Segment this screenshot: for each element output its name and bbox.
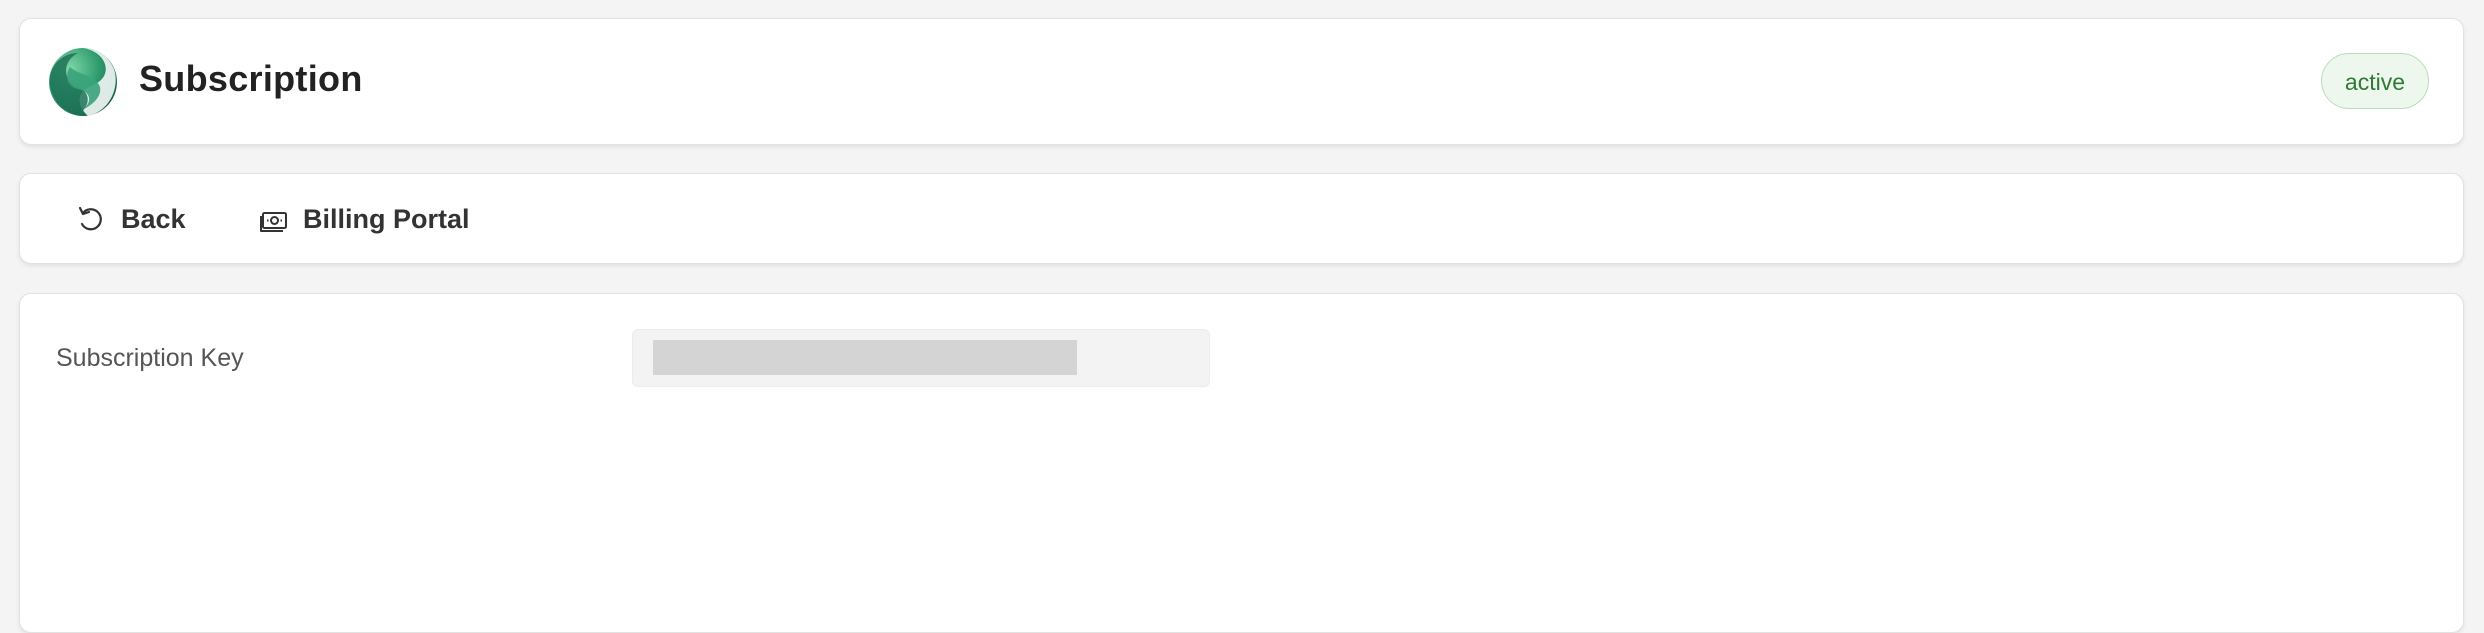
subscription-key-field[interactable] [632, 329, 1210, 387]
undo-arrow-icon [76, 204, 108, 236]
app-logo-icon [48, 47, 118, 117]
back-button-label: Back [121, 204, 186, 234]
billing-portal-button[interactable]: Billing Portal [258, 174, 470, 265]
page-title: Subscription [139, 58, 363, 99]
header-card: Subscription active [19, 18, 2464, 145]
redacted-key-block [653, 340, 1077, 375]
banknote-icon [258, 204, 290, 236]
back-button[interactable]: Back [76, 174, 186, 265]
billing-portal-label: Billing Portal [303, 204, 470, 234]
subscription-key-label: Subscription Key [56, 344, 244, 372]
toolbar-card: Back Billing Portal [19, 173, 2464, 264]
subscription-details-card: Subscription Key [19, 293, 2464, 633]
status-badge: active [2320, 53, 2429, 109]
